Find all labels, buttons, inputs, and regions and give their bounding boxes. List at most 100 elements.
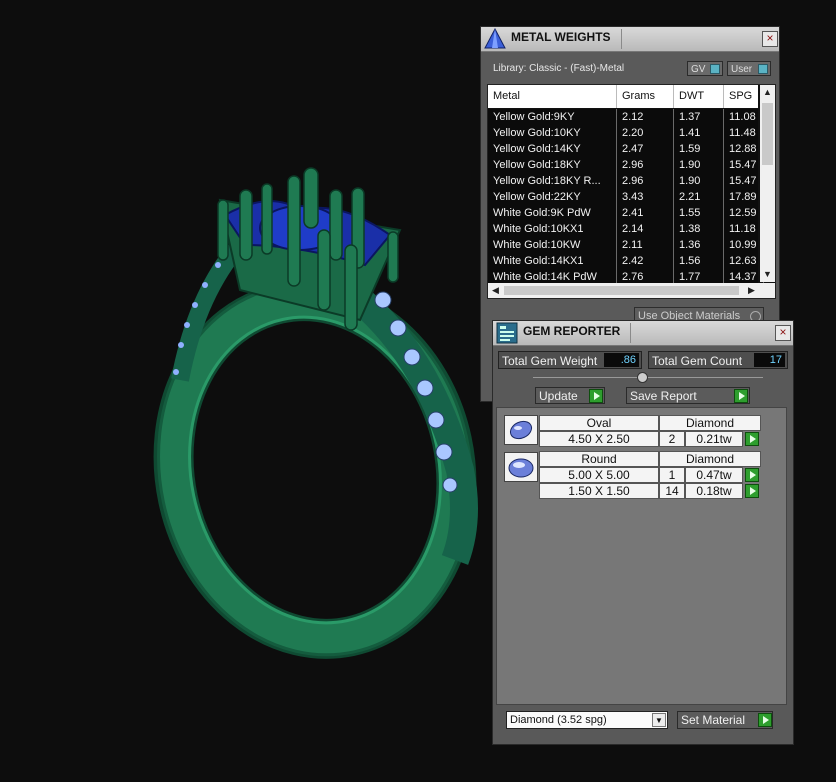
metal-weights-titlebar[interactable]: METAL WEIGHTS ×: [481, 27, 779, 52]
cell-dwt: 1.41: [674, 125, 724, 141]
cell-spg: 11.18: [724, 221, 764, 237]
cell-metal: White Gold:10KX1: [488, 221, 617, 237]
save-report-button-label: Save Report: [630, 389, 697, 403]
gem-size: 4.50 X 2.50: [539, 431, 659, 447]
oval-gem-icon[interactable]: [504, 415, 538, 445]
metal-table[interactable]: Metal Grams DWT SPG Yellow Gold:9KY 2.12 1…: [487, 84, 776, 299]
play-arrow-icon[interactable]: [745, 468, 759, 482]
gem-weight: 0.18tw: [685, 483, 743, 499]
cell-spg: 12.88: [724, 141, 764, 157]
cell-spg: 11.48: [724, 125, 764, 141]
pyramid-logo-icon: [484, 28, 506, 49]
cell-grams: 2.96: [617, 173, 674, 189]
gem-material-round: Diamond: [659, 451, 761, 467]
cell-metal: White Gold:10KW: [488, 237, 617, 253]
gem-shape-oval: Oval: [539, 415, 659, 431]
table-row[interactable]: Yellow Gold:22KY 3.43 2.21 17.89: [488, 189, 764, 206]
gem-reporter-title: GEM REPORTER: [523, 323, 632, 343]
cell-metal: Yellow Gold:10KY: [488, 125, 617, 141]
cell-grams: 2.96: [617, 157, 674, 173]
table-row[interactable]: White Gold:10KX1 2.14 1.38 11.18: [488, 221, 764, 238]
gem-reporter-logo-icon: [496, 322, 518, 344]
table-row[interactable]: Yellow Gold:14KY 2.47 1.59 12.88: [488, 141, 764, 158]
metal-table-header: Metal Grams DWT SPG: [488, 85, 758, 108]
column-header-dwt[interactable]: DWT: [674, 85, 724, 108]
gem-weight: 0.21tw: [685, 431, 743, 447]
play-arrow-icon: [758, 713, 772, 727]
material-select[interactable]: Diamond (3.52 spg) ▼: [506, 711, 668, 729]
scroll-left-icon[interactable]: ◀: [488, 283, 503, 297]
cell-dwt: 1.37: [674, 109, 724, 125]
cell-grams: 2.47: [617, 141, 674, 157]
column-header-spg[interactable]: SPG: [724, 85, 764, 108]
table-row[interactable]: White Gold:14KX1 2.42 1.56 12.63: [488, 253, 764, 270]
cell-grams: 2.20: [617, 125, 674, 141]
gv-toggle[interactable]: GV: [687, 61, 723, 76]
cell-spg: 12.63: [724, 253, 764, 269]
user-toggle-label: User: [731, 64, 753, 75]
cell-grams: 2.42: [617, 253, 674, 269]
vscroll-thumb[interactable]: [762, 103, 773, 165]
update-button-label: Update: [539, 389, 578, 403]
dropdown-arrow-icon[interactable]: ▼: [652, 713, 666, 727]
table-row[interactable]: Yellow Gold:9KY 2.12 1.37 11.08: [488, 109, 764, 126]
set-material-button[interactable]: Set Material: [677, 711, 773, 729]
gem-material-oval: Diamond: [659, 415, 761, 431]
total-gem-count-value: 17: [754, 353, 785, 367]
scroll-right-icon[interactable]: ▶: [744, 283, 759, 297]
cell-grams: 3.43: [617, 189, 674, 205]
gem-reporter-titlebar[interactable]: GEM REPORTER ×: [493, 321, 793, 346]
cell-metal: White Gold:9K PdW: [488, 205, 617, 221]
cell-dwt: 1.38: [674, 221, 724, 237]
cell-spg: 10.99: [724, 237, 764, 253]
gem-count: 14: [659, 483, 685, 499]
table-row[interactable]: White Gold:10KW 2.11 1.36 10.99: [488, 237, 764, 254]
play-arrow-icon[interactable]: [745, 484, 759, 498]
cell-metal: Yellow Gold:18KY: [488, 157, 617, 173]
cell-dwt: 2.21: [674, 189, 724, 205]
cell-metal: Yellow Gold:22KY: [488, 189, 617, 205]
table-row[interactable]: Yellow Gold:18KY R... 2.96 1.90 15.47: [488, 173, 764, 190]
cell-dwt: 1.36: [674, 237, 724, 253]
scroll-up-icon[interactable]: ▲: [760, 85, 775, 99]
cell-dwt: 1.90: [674, 173, 724, 189]
gem-weight: 0.47tw: [685, 467, 743, 483]
total-gem-count-label: Total Gem Count: [652, 354, 743, 368]
gem-size: 5.00 X 5.00: [539, 467, 659, 483]
total-gem-weight-field: Total Gem Weight .86: [498, 351, 642, 369]
slider-knob[interactable]: [637, 372, 648, 383]
cell-spg: 15.47: [724, 157, 764, 173]
material-select-value: Diamond (3.52 spg): [510, 714, 607, 726]
column-header-metal[interactable]: Metal: [488, 85, 617, 108]
round-gem-icon[interactable]: [504, 452, 538, 482]
cell-dwt: 1.55: [674, 205, 724, 221]
hscroll-thumb[interactable]: [504, 286, 739, 295]
close-icon[interactable]: ×: [762, 31, 778, 47]
gv-toggle-label: GV: [691, 64, 706, 75]
table-row[interactable]: White Gold:9K PdW 2.41 1.55 12.59: [488, 205, 764, 222]
save-report-button[interactable]: Save Report: [626, 387, 750, 404]
ring-model: [153, 167, 478, 659]
cell-spg: 12.59: [724, 205, 764, 221]
table-row[interactable]: Yellow Gold:18KY 2.96 1.90 15.47: [488, 157, 764, 174]
metal-table-vscroll[interactable]: ▲ ▼: [760, 85, 775, 282]
scroll-down-icon[interactable]: ▼: [760, 267, 775, 281]
table-row[interactable]: Yellow Gold:10KY 2.20 1.41 11.48: [488, 125, 764, 142]
cell-spg: 11.08: [724, 109, 764, 125]
cell-spg: 15.47: [724, 173, 764, 189]
update-button[interactable]: Update: [535, 387, 605, 404]
panel-divider-slider: [533, 377, 763, 378]
total-gem-weight-value: .86: [604, 353, 639, 367]
close-icon[interactable]: ×: [775, 325, 791, 341]
cell-grams: 2.11: [617, 237, 674, 253]
play-arrow-icon: [734, 389, 748, 403]
cell-grams: 2.14: [617, 221, 674, 237]
total-gem-weight-label: Total Gem Weight: [502, 354, 598, 368]
play-arrow-icon[interactable]: [745, 432, 759, 446]
cell-spg: 17.89: [724, 189, 764, 205]
user-toggle[interactable]: User: [727, 61, 771, 76]
gem-shape-round: Round: [539, 451, 659, 467]
column-header-grams[interactable]: Grams: [617, 85, 674, 108]
metal-table-hscroll[interactable]: ◀ ▶: [488, 283, 775, 298]
gem-report-list[interactable]: Oval Diamond 4.50 X 2.50 2 0.21tw Round …: [496, 407, 787, 705]
